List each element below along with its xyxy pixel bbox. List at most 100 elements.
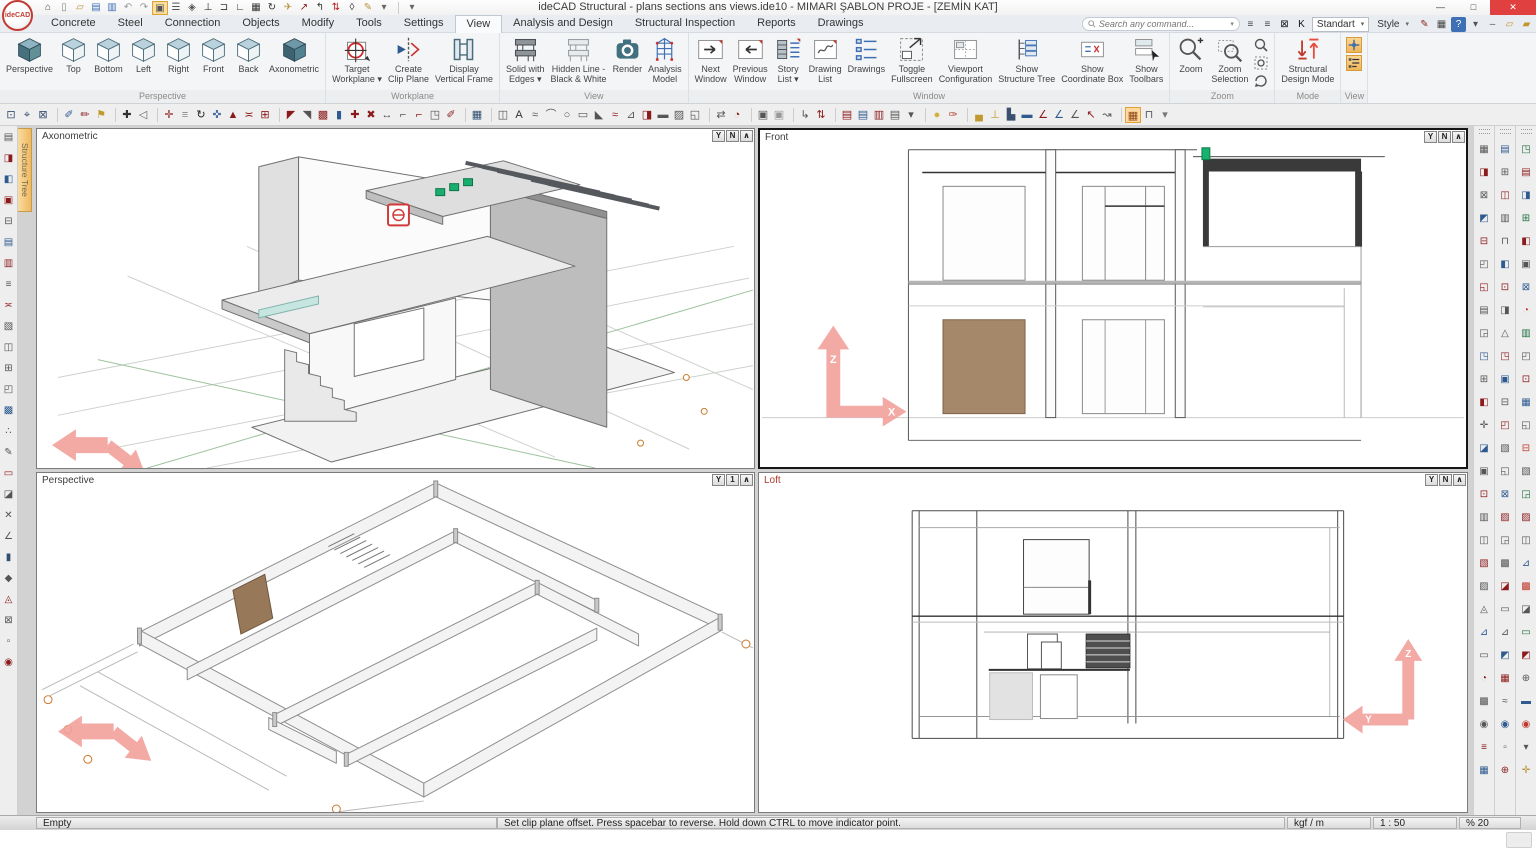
right-toolbar-icon[interactable]: ▬	[1519, 694, 1534, 709]
right-toolbar-icon[interactable]: ⊕	[1519, 671, 1534, 686]
top-toolbar-icon[interactable]: ✐	[443, 107, 459, 123]
top-toolbar-icon[interactable]: ▣	[771, 107, 787, 123]
toolbar-grip[interactable]	[1479, 129, 1490, 134]
minimize-button[interactable]: —	[1424, 0, 1457, 15]
viewport-button-∧[interactable]: ∧	[1453, 474, 1466, 486]
viewport-button-∧[interactable]: ∧	[740, 474, 753, 486]
top-toolbar-icon[interactable]: ∠	[1035, 107, 1051, 123]
right-toolbar-icon[interactable]: ◰	[1519, 349, 1534, 364]
right-toolbar-icon[interactable]: ▧	[1498, 441, 1513, 456]
top-toolbar-icon[interactable]: ✑	[945, 107, 961, 123]
show-button[interactable]: ShowCoordinate Box	[1058, 35, 1126, 84]
structural-button[interactable]: StructuralDesign Mode	[1278, 35, 1337, 84]
right-toolbar-icon[interactable]: ⊡	[1477, 487, 1492, 502]
right-toolbar-icon[interactable]: ▦	[1477, 142, 1492, 157]
top-toolbar-icon[interactable]: ↻	[193, 107, 209, 123]
layer-state-icon[interactable]: ≡	[1260, 17, 1275, 32]
right-toolbar-icon[interactable]: ◱	[1477, 280, 1492, 295]
left-toolbar-icon[interactable]: ◧	[1, 172, 16, 187]
top-toolbar-icon[interactable]: ⇅	[813, 107, 829, 123]
right-toolbar-icon[interactable]: ▤	[1498, 142, 1513, 157]
right-toolbar-icon[interactable]: ▦	[1477, 763, 1492, 778]
top-toolbar-icon[interactable]: ▭	[575, 107, 591, 123]
solid-with-button[interactable]: Solid withEdges ▾	[503, 35, 548, 84]
top-toolbar-icon[interactable]: ⊠	[35, 107, 51, 123]
right-toolbar-icon[interactable]: ◉	[1477, 717, 1492, 732]
left-button[interactable]: Left	[126, 35, 161, 74]
right-toolbar-icon[interactable]: ▩	[1519, 579, 1534, 594]
search-dropdown-icon[interactable]: ▾	[1230, 20, 1234, 28]
viewport-axonometric[interactable]: Axonometric YN∧	[36, 128, 755, 469]
save-all-icon[interactable]: ▥	[104, 1, 120, 15]
tab-connection[interactable]: Connection	[154, 15, 232, 33]
top-toolbar-icon[interactable]: ≍	[241, 107, 257, 123]
right-toolbar-icon[interactable]: ◬	[1477, 602, 1492, 617]
front-button[interactable]: Front	[196, 35, 231, 74]
right-toolbar-icon[interactable]: ⊟	[1477, 234, 1492, 249]
right-toolbar-icon[interactable]: ◰	[1477, 257, 1492, 272]
app-logo-icon[interactable]: ideCAD	[2, 0, 33, 31]
top-toolbar-icon[interactable]: ◳	[427, 107, 443, 123]
top-toolbar-icon[interactable]: ⌖	[19, 107, 35, 123]
node-icon[interactable]: ◊	[344, 1, 360, 15]
left-toolbar-icon[interactable]: ◆	[1, 571, 16, 586]
top-toolbar-icon[interactable]: ▮	[331, 107, 347, 123]
drawing-button[interactable]: DrawingList	[806, 35, 845, 84]
analysis-button[interactable]: AnalysisModel	[645, 35, 685, 84]
clip-plane-marker-icon[interactable]	[388, 205, 409, 226]
help-icon[interactable]: ?	[1451, 17, 1466, 32]
right-toolbar-icon[interactable]: ▣	[1477, 464, 1492, 479]
close-button[interactable]: ✕	[1490, 0, 1536, 15]
top-toolbar-icon[interactable]: ⌒	[543, 107, 559, 123]
left-toolbar-icon[interactable]: ✎	[1, 445, 16, 460]
right-toolbar-icon[interactable]: ▩	[1498, 556, 1513, 571]
top-toolbar-icon[interactable]: ⌐	[411, 107, 427, 123]
left-toolbar-icon[interactable]: ◉	[1, 655, 16, 670]
left-toolbar-icon[interactable]: ◪	[1, 487, 16, 502]
right-toolbar-icon[interactable]: ⊠	[1498, 487, 1513, 502]
top-toolbar-icon[interactable]: ↔	[379, 107, 395, 123]
right-toolbar-icon[interactable]: ◱	[1519, 418, 1534, 433]
top-toolbar-icon[interactable]: ✖	[363, 107, 379, 123]
right-toolbar-icon[interactable]: ▤	[1519, 165, 1534, 180]
right-toolbar-icon[interactable]: ⊟	[1519, 441, 1534, 456]
left-toolbar-icon[interactable]: ≍	[1, 298, 16, 313]
top-toolbar-icon[interactable]: ◔	[729, 107, 745, 123]
story-button[interactable]: StoryList ▾	[771, 35, 806, 84]
home-icon[interactable]: ⌂	[40, 1, 56, 15]
right-toolbar-icon[interactable]: ≈	[1498, 694, 1513, 709]
right-toolbar-icon[interactable]: ◩	[1498, 648, 1513, 663]
right-toolbar-icon[interactable]: ⊠	[1477, 188, 1492, 203]
top-toolbar-icon[interactable]: ▄	[971, 107, 987, 123]
right-toolbar-icon[interactable]: ⊓	[1498, 234, 1513, 249]
top-toolbar-icon[interactable]: ✚	[347, 107, 363, 123]
redo-icon[interactable]: ↷	[136, 1, 152, 15]
right-toolbar-icon[interactable]: ⊞	[1498, 165, 1513, 180]
right-toolbar-icon[interactable]: ▨	[1477, 579, 1492, 594]
tab-reports[interactable]: Reports	[746, 15, 807, 33]
right-toolbar-icon[interactable]: ▨	[1498, 510, 1513, 525]
back-button[interactable]: Back	[231, 35, 266, 74]
toolbar-grip[interactable]	[1521, 129, 1532, 134]
left-toolbar-icon[interactable]: ▧	[1, 319, 16, 334]
right-toolbar-icon[interactable]: ▧	[1477, 556, 1492, 571]
zoom-button[interactable]: ZoomSelection	[1208, 35, 1251, 84]
viewport-button-n[interactable]: N	[726, 130, 739, 142]
top-toolbar-icon[interactable]: ↖	[1083, 107, 1099, 123]
right-toolbar-icon[interactable]: ◱	[1498, 464, 1513, 479]
style-selector[interactable]: Style▾	[1372, 17, 1414, 32]
top-toolbar-icon[interactable]: ◣	[591, 107, 607, 123]
top-toolbar-icon[interactable]: ▲	[225, 107, 241, 123]
display-filter-icon[interactable]	[1346, 55, 1362, 71]
previous-button[interactable]: PreviousWindow	[730, 35, 771, 84]
viewport-front[interactable]: Front YN∧	[758, 128, 1468, 469]
left-toolbar-icon[interactable]: ▣	[1, 193, 16, 208]
left-toolbar-icon[interactable]: ▤	[1, 130, 16, 145]
left-toolbar-icon[interactable]: ▮	[1, 550, 16, 565]
top-toolbar-icon[interactable]: ⊞	[257, 107, 273, 123]
wrench-settings-icon[interactable]: K	[1294, 17, 1309, 32]
toolbar-grip[interactable]	[1500, 129, 1511, 134]
top-toolbar-icon[interactable]: ⊿	[623, 107, 639, 123]
right-toolbar-icon[interactable]: ▭	[1498, 602, 1513, 617]
right-toolbar-icon[interactable]: ▾	[1519, 740, 1534, 755]
